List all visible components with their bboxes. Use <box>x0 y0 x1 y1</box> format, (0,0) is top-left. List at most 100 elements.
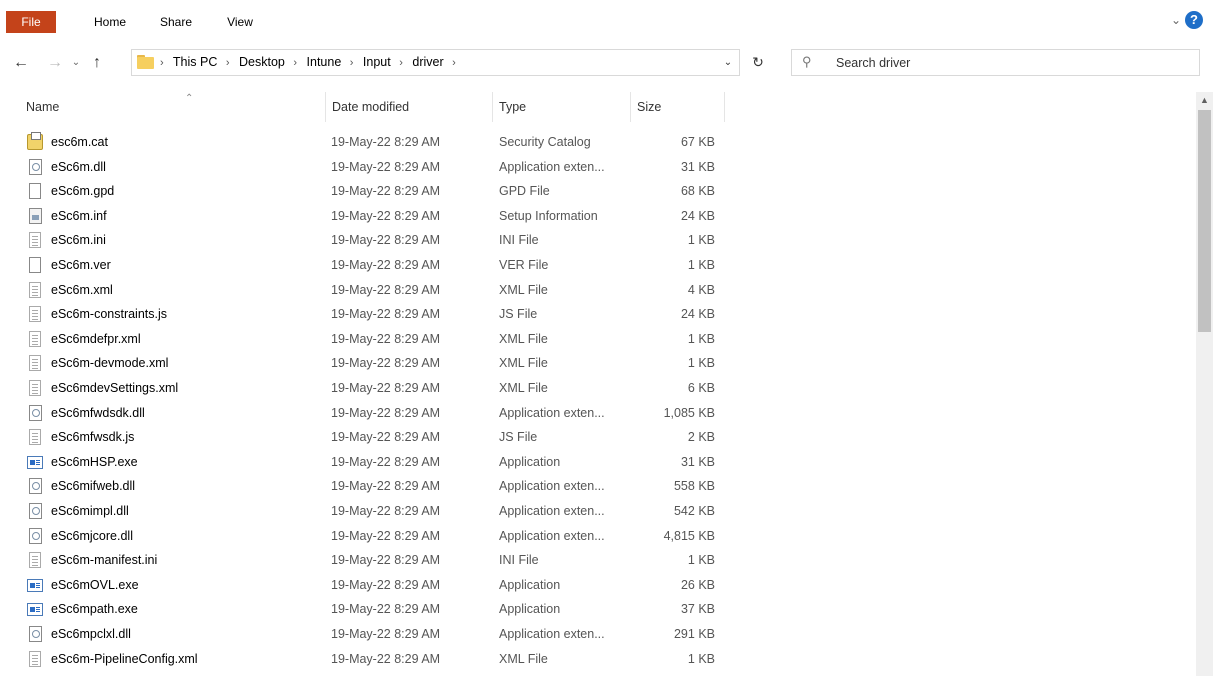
file-type: INI File <box>499 553 539 568</box>
table-row[interactable]: eSc6mOVL.exe 19-May-22 8:29 AM Application… <box>20 573 720 597</box>
table-row[interactable]: eSc6m.gpd 19-May-22 8:29 AM GPD File 68 KB <box>20 179 720 203</box>
address-dropdown-chevron-icon[interactable]: ⌄ <box>716 49 740 76</box>
dll-icon <box>29 404 42 421</box>
breadcrumb-this-pc[interactable]: This PC <box>173 55 217 69</box>
table-row[interactable]: eSc6m-manifest.ini 19-May-22 8:29 AM INI F… <box>20 548 720 572</box>
file-name: eSc6m.ver <box>51 258 111 272</box>
dll-icon <box>29 503 42 519</box>
file-size: 4 KB <box>687 282 715 297</box>
file-type: Application exten... <box>499 405 605 420</box>
tab-view[interactable]: View <box>224 11 256 33</box>
recent-locations-chevron-icon[interactable]: ⌄ <box>68 52 84 74</box>
refresh-icon[interactable]: ↻ <box>746 49 770 76</box>
file-size: 67 KB <box>680 135 715 149</box>
column-header-date-modified[interactable]: Date modified <box>325 92 492 122</box>
text-file-icon <box>29 650 41 667</box>
file-type: XML File <box>499 651 548 666</box>
file-date-modified: 19-May-22 8:29 AM <box>331 454 441 469</box>
vertical-scrollbar[interactable]: ▲ <box>1196 92 1213 676</box>
text-file-icon <box>29 552 41 569</box>
file-type: Setup Information <box>499 208 598 223</box>
file-name: eSc6mdevSettings.xml <box>51 381 179 395</box>
tab-home[interactable]: Home <box>90 11 130 33</box>
table-row[interactable]: eSc6m.ver 19-May-22 8:29 AM VER File 1 KB <box>20 253 720 277</box>
breadcrumb-desktop[interactable]: Desktop <box>239 55 285 69</box>
file-name: eSc6mifweb.dll <box>51 479 136 494</box>
column-header-name-label: Name <box>26 100 60 114</box>
table-row[interactable]: eSc6mHSP.exe 19-May-22 8:29 AM Application… <box>20 450 720 474</box>
tab-file[interactable]: File <box>6 11 56 33</box>
table-row[interactable]: eSc6mpath.exe 19-May-22 8:29 AM Applicatio… <box>20 597 720 621</box>
scrollbar-thumb[interactable] <box>1198 110 1211 332</box>
file-size: 1 KB <box>687 651 715 666</box>
exe-icon <box>27 578 43 592</box>
file-size: 1,085 KB <box>663 405 715 420</box>
breadcrumb-driver[interactable]: driver <box>412 55 443 69</box>
breadcrumb-chevron-icon[interactable]: › <box>160 57 164 69</box>
breadcrumb-input[interactable]: Input <box>363 55 391 69</box>
file-date-modified: 19-May-22 8:29 AM <box>331 553 441 568</box>
file-name: eSc6m-manifest.ini <box>51 553 158 568</box>
back-arrow-icon[interactable]: ← <box>10 52 32 74</box>
forward-arrow-icon[interactable]: → <box>44 52 66 74</box>
breadcrumb-intune[interactable]: Intune <box>307 55 342 69</box>
table-row[interactable]: eSc6mfwsdk.js 19-May-22 8:29 AM JS File 2 K… <box>20 425 720 449</box>
file-date-modified: 19-May-22 8:29 AM <box>331 651 441 666</box>
table-row[interactable]: eSc6m.dll 19-May-22 8:29 AM Application ex… <box>20 155 720 179</box>
tab-share[interactable]: Share <box>156 11 196 33</box>
file-name: eSc6mfwsdk.js <box>51 430 135 445</box>
scroll-up-arrow-icon[interactable]: ▲ <box>1196 92 1213 109</box>
column-header-size[interactable]: Size <box>630 92 725 122</box>
table-row[interactable]: eSc6mdevSettings.xml 19-May-22 8:29 AM XML… <box>20 376 720 400</box>
table-row[interactable]: eSc6m-PipelineConfig.xml 19-May-22 8:29 A… <box>20 647 720 671</box>
search-box[interactable]: ⚲ <box>791 49 1200 76</box>
breadcrumb-chevron-icon[interactable]: › <box>293 57 297 69</box>
file-date-modified: 19-May-22 8:29 AM <box>331 430 441 445</box>
file-date-modified: 19-May-22 8:29 AM <box>331 627 441 641</box>
file-size: 31 KB <box>680 159 715 174</box>
address-bar[interactable]: › This PC › Desktop › Intune › Input › d… <box>131 49 740 76</box>
breadcrumb-chevron-icon[interactable]: › <box>350 57 354 69</box>
file-name: eSc6mdefpr.xml <box>51 331 141 346</box>
table-row[interactable]: eSc6mjcore.dll 19-May-22 8:29 AM Applicati… <box>20 524 720 548</box>
file-name: eSc6m.gpd <box>51 184 115 199</box>
file-date-modified: 19-May-22 8:29 AM <box>331 356 441 371</box>
table-row[interactable]: eSc6mdefpr.xml 19-May-22 8:29 AM XML File 1… <box>20 327 720 351</box>
folder-icon <box>137 55 154 69</box>
file-date-modified: 19-May-22 8:29 AM <box>331 577 441 592</box>
table-row[interactable]: eSc6mimpl.dll 19-May-22 8:29 AM Applicatio… <box>20 499 720 523</box>
table-row[interactable]: eSc6m-constraints.js 19-May-22 8:29 AM JS … <box>20 302 720 326</box>
expand-ribbon-chevron-icon[interactable]: ⌄ <box>1168 12 1184 28</box>
table-row[interactable]: eSc6mpclxl.dll 19-May-22 8:29 AM Applicati… <box>20 622 720 646</box>
search-input[interactable] <box>836 51 1186 74</box>
table-row[interactable]: eSc6m.ini 19-May-22 8:29 AM INI File 1 KB <box>20 228 720 252</box>
breadcrumb-chevron-icon[interactable]: › <box>226 57 230 69</box>
table-row[interactable]: eSc6mifweb.dll 19-May-22 8:29 AM Applicati… <box>20 474 720 498</box>
file-size: 37 KB <box>680 602 715 617</box>
file-type: Security Catalog <box>499 135 591 149</box>
file-size: 4,815 KB <box>663 528 715 543</box>
file-type: INI File <box>499 233 539 248</box>
file-name: eSc6mOVL.exe <box>51 577 139 592</box>
file-date-modified: 19-May-22 8:29 AM <box>331 282 441 297</box>
table-row[interactable]: eSc6m.inf 19-May-22 8:29 AM Setup Informat… <box>20 204 720 228</box>
file-type: XML File <box>499 331 548 346</box>
file-size: 31 KB <box>680 454 715 469</box>
table-row[interactable]: eSc6m-devmode.xml 19-May-22 8:29 AM XML Fi… <box>20 351 720 375</box>
file-size: 68 KB <box>680 184 715 199</box>
table-row[interactable]: eSc6mfwdsdk.dll 19-May-22 8:29 AM Applicat… <box>20 401 720 425</box>
file-size: 6 KB <box>687 381 715 395</box>
breadcrumb-chevron-icon[interactable]: › <box>452 57 456 69</box>
file-name: eSc6m.ini <box>51 233 106 248</box>
dll-icon <box>29 478 42 495</box>
file-type: XML File <box>499 381 548 395</box>
text-file-icon <box>29 380 41 396</box>
column-header-type[interactable]: Type <box>492 92 630 122</box>
column-header-name[interactable]: Name ⌃ <box>20 92 325 122</box>
up-arrow-icon[interactable]: ↑ <box>86 52 108 74</box>
help-icon[interactable]: ? <box>1185 11 1203 29</box>
file-size: 558 KB <box>673 479 715 494</box>
breadcrumb-chevron-icon[interactable]: › <box>399 57 403 69</box>
table-row[interactable]: esc6m.cat 19-May-22 8:29 AM Security Catal… <box>20 130 720 154</box>
table-row[interactable]: eSc6m.xml 19-May-22 8:29 AM XML File 4 KB <box>20 278 720 302</box>
